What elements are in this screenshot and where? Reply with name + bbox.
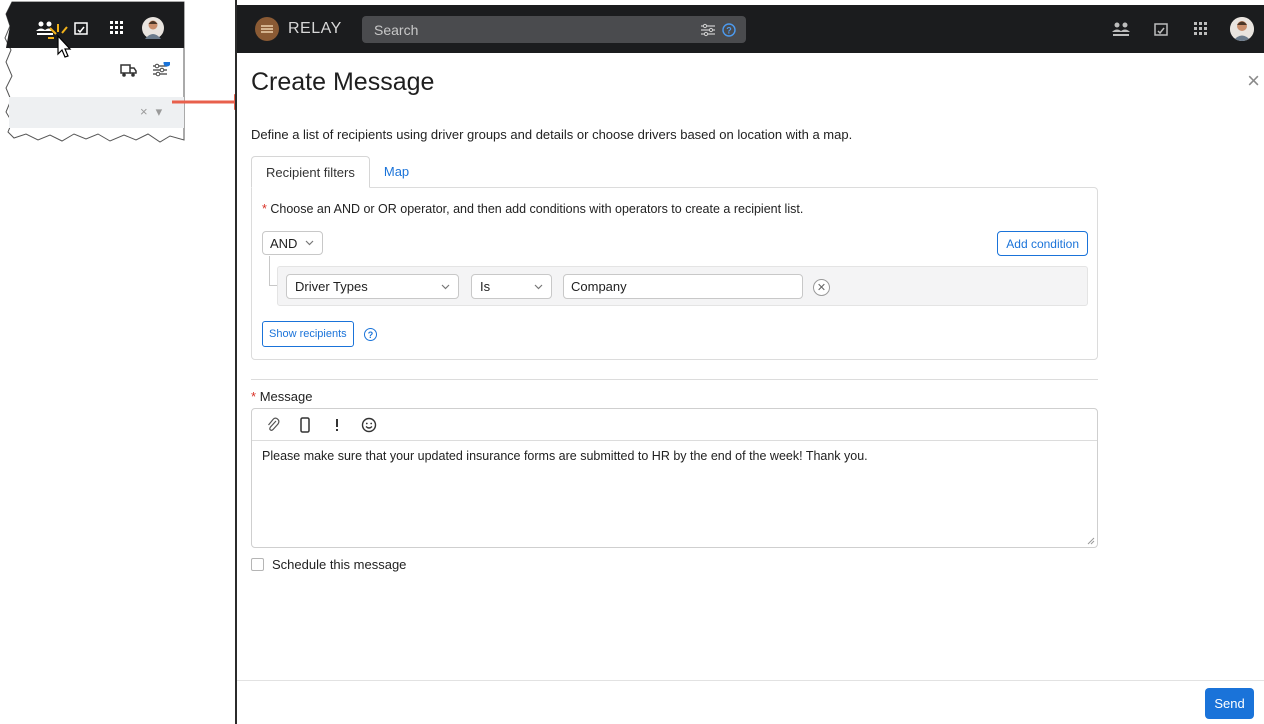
required-mark: * [262, 202, 267, 216]
zoom-inset: × ▾ [0, 0, 256, 160]
condition-field-value: Driver Types [295, 279, 368, 294]
user-avatar-icon[interactable] [142, 17, 164, 39]
logic-operator-value: AND [270, 235, 298, 251]
page-title: Create Message [251, 68, 435, 96]
search-bar[interactable]: ? [362, 16, 746, 43]
priority-icon[interactable] [328, 416, 346, 434]
chevron-down-icon [534, 284, 543, 289]
condition-value-input[interactable] [563, 274, 803, 299]
driver-groups-icon[interactable] [1110, 18, 1132, 40]
filter-instructions-text: Choose an AND or OR operator, and then a… [270, 202, 804, 216]
search-input[interactable] [372, 20, 694, 39]
schedule-checkbox[interactable] [251, 558, 264, 571]
click-cursor-icon [48, 24, 72, 58]
relay-app-window: RELAY ? × Create Messag [235, 0, 1264, 724]
condition-operator-value: Is [480, 279, 491, 294]
filter-settings-icon[interactable] [152, 59, 171, 83]
resize-handle-icon[interactable] [1087, 537, 1095, 545]
section-divider [251, 379, 1098, 380]
message-label-text: Message [259, 389, 313, 404]
clear-icon[interactable]: × [140, 104, 148, 120]
filter-instructions: * Choose an AND or OR operator, and then… [262, 202, 803, 216]
top-nav-actions [1110, 17, 1254, 41]
dialog-description: Define a list of recipients using driver… [251, 127, 853, 142]
brand[interactable]: RELAY [255, 17, 342, 41]
inset-topbar [10, 8, 184, 48]
condition-row: Driver Types Is ✕ [277, 266, 1088, 306]
schedule-option[interactable]: Schedule this message [251, 557, 406, 572]
tab-recipient-filters[interactable]: Recipient filters [251, 156, 370, 188]
apps-grid-icon[interactable] [106, 17, 128, 39]
message-label: * Message [251, 389, 312, 404]
inset-toolbar [120, 59, 171, 83]
emoji-icon[interactable] [360, 416, 378, 434]
chevron-down-icon [441, 284, 450, 289]
inset-select[interactable]: × ▾ [140, 104, 162, 120]
tab-map[interactable]: Map [370, 156, 423, 188]
recipient-tabs: Recipient filters Map [251, 156, 423, 188]
attachment-icon[interactable] [264, 416, 282, 434]
search-help-icon[interactable]: ? [722, 22, 736, 37]
close-icon[interactable]: × [1247, 70, 1260, 92]
help-icon[interactable]: ? [364, 328, 377, 341]
calendar-icon[interactable] [1150, 18, 1172, 40]
chevron-down-icon [306, 240, 314, 246]
condition-field-select[interactable]: Driver Types [286, 274, 459, 299]
message-text[interactable]: Please make sure that your updated insur… [252, 441, 1097, 471]
add-condition-button[interactable]: Add condition [997, 231, 1088, 256]
remove-condition-icon[interactable]: ✕ [813, 279, 830, 296]
message-toolbar [252, 409, 1097, 441]
truck-icon[interactable] [120, 62, 138, 83]
send-button[interactable]: Send [1205, 688, 1254, 719]
recipient-filters-panel: * Choose an AND or OR operator, and then… [251, 187, 1098, 360]
brand-name: RELAY [288, 20, 342, 37]
dropdown-caret-icon[interactable]: ▾ [156, 104, 163, 120]
logic-operator-select[interactable]: AND [262, 231, 323, 255]
apps-grid-icon[interactable] [1190, 18, 1212, 40]
schedule-label: Schedule this message [272, 557, 407, 572]
message-editor[interactable]: Please make sure that your updated insur… [251, 408, 1098, 548]
svg-text:?: ? [726, 25, 732, 35]
condition-operator-select[interactable]: Is [471, 274, 552, 299]
mobile-device-icon[interactable] [296, 416, 314, 434]
required-mark: * [251, 389, 257, 404]
show-recipients-button[interactable]: Show recipients [262, 321, 354, 347]
user-avatar[interactable] [1230, 17, 1254, 41]
avatar-icon [1230, 17, 1254, 41]
top-nav-bar: RELAY ? [237, 5, 1264, 53]
search-filter-icon[interactable] [700, 23, 716, 37]
relay-logo-icon [255, 17, 279, 41]
footer-divider [237, 680, 1264, 681]
